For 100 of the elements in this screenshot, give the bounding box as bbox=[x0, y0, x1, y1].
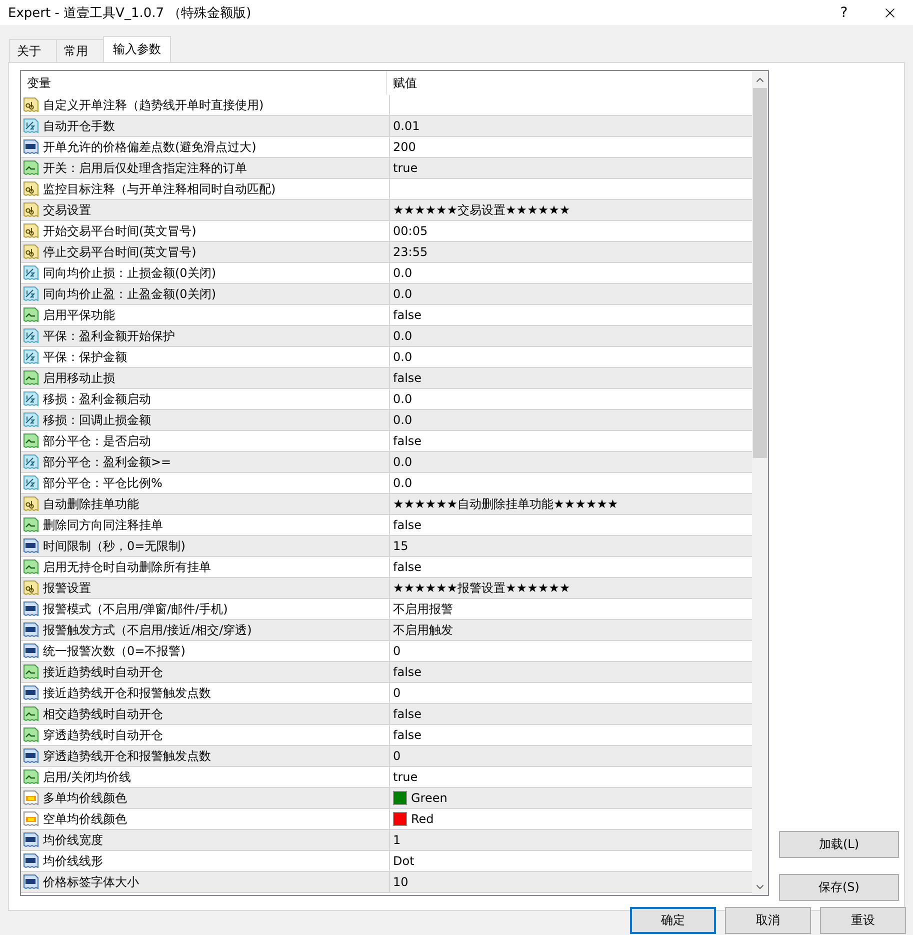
parameter-name: 开单允许的价格偏差点数(避免滑点过大) bbox=[43, 138, 256, 156]
parameter-value: false bbox=[393, 518, 422, 532]
table-row[interactable]: 统一报警次数（0=不报警) 0 bbox=[21, 641, 752, 662]
table-row[interactable]: 相交趋势线时自动开仓 false bbox=[21, 704, 752, 725]
text-type-icon bbox=[23, 223, 39, 239]
table-row[interactable]: 价格标签字体大小 10 bbox=[21, 872, 752, 893]
toggle-type-icon bbox=[23, 664, 39, 680]
table-row[interactable]: 报警设置 ★★★★★★报警设置★★★★★★ bbox=[21, 578, 752, 599]
parameter-name: 部分平仓：是否启动 bbox=[43, 432, 151, 450]
parameter-value: 0.0 bbox=[393, 476, 412, 490]
table-row[interactable]: 启用平保功能 false bbox=[21, 305, 752, 326]
parameter-name: 启用无持仓时自动删除所有挂单 bbox=[43, 558, 211, 576]
table-row[interactable]: 穿透趋势线时自动开仓 false bbox=[21, 725, 752, 746]
table-row[interactable]: 平保：盈利金额开始保护 0.0 bbox=[21, 326, 752, 347]
table-row[interactable]: 开单允许的价格偏差点数(避免滑点过大) 200 bbox=[21, 137, 752, 158]
parameter-value: ★★★★★★报警设置★★★★★★ bbox=[393, 580, 570, 596]
parameter-name: 多单均价线颜色 bbox=[43, 790, 127, 806]
parameter-value: 1 bbox=[393, 833, 401, 847]
toggle-type-icon bbox=[23, 517, 39, 533]
tab[interactable]: 输入参数 bbox=[103, 36, 171, 62]
parameter-value: 0 bbox=[393, 749, 401, 763]
number-type-icon bbox=[23, 643, 39, 659]
side-button[interactable]: 加载(L) bbox=[779, 831, 899, 858]
table-row[interactable]: 停止交易平台时间(英文冒号) 23:55 bbox=[21, 242, 752, 263]
parameter-value: true bbox=[393, 770, 418, 784]
color-type-icon bbox=[23, 811, 39, 827]
toggle-type-icon bbox=[23, 160, 39, 176]
fraction-type-icon bbox=[23, 349, 39, 365]
table-row[interactable]: 开始交易平台时间(英文冒号) 00:05 bbox=[21, 221, 752, 242]
parameter-name: 报警触发方式（不启用/接近/相交/穿透) bbox=[43, 622, 252, 638]
fraction-type-icon bbox=[23, 286, 39, 302]
parameter-value: 10 bbox=[393, 875, 408, 889]
parameter-value: Red bbox=[411, 812, 434, 826]
table-row[interactable]: 空单均价线颜色 Red bbox=[21, 809, 752, 830]
table-row[interactable]: 同向均价止盈：止盈金额(0关闭) 0.0 bbox=[21, 284, 752, 305]
parameter-value: true bbox=[393, 161, 418, 175]
parameter-name: 启用平保功能 bbox=[43, 306, 115, 324]
table-row[interactable]: 报警触发方式（不启用/接近/相交/穿透) 不启用触发 bbox=[21, 620, 752, 641]
table-row[interactable]: 部分平仓：是否启动 false bbox=[21, 431, 752, 452]
scrollbar[interactable] bbox=[752, 71, 768, 895]
table-row[interactable]: 移损：回调止损金额 0.0 bbox=[21, 410, 752, 431]
table-row[interactable]: 平保：保护金额 0.0 bbox=[21, 347, 752, 368]
table-row[interactable]: 启用移动止损 false bbox=[21, 368, 752, 389]
toggle-type-icon bbox=[23, 727, 39, 743]
table-row[interactable]: 监控目标注释（与开单注释相同时自动匹配) bbox=[21, 179, 752, 200]
table-row[interactable]: 开关：启用后仅处理含指定注释的订单 true bbox=[21, 158, 752, 179]
table-row[interactable]: 删除同方向同注释挂单 false bbox=[21, 515, 752, 536]
dialog-button[interactable]: 确定 bbox=[630, 907, 716, 934]
table-row[interactable]: 部分平仓：平仓比例% 0.0 bbox=[21, 473, 752, 494]
side-button[interactable]: 保存(S) bbox=[779, 874, 899, 901]
parameter-name: 穿透趋势线时自动开仓 bbox=[43, 726, 163, 744]
table-row[interactable]: 自定义开单注释（趋势线开单时直接使用) bbox=[21, 95, 752, 116]
table-row[interactable]: 自动开仓手数 0.01 bbox=[21, 116, 752, 137]
parameter-name: 统一报警次数（0=不报警) bbox=[43, 642, 186, 660]
parameter-value: 0.0 bbox=[393, 455, 412, 469]
window-title: Expert - 道壹工具V_1.0.7 （特殊金额版) bbox=[8, 4, 252, 22]
table-row[interactable]: 部分平仓：盈利金额>= 0.0 bbox=[21, 452, 752, 473]
table-row[interactable]: 接近趋势线时自动开仓 false bbox=[21, 662, 752, 683]
parameter-name: 移损：回调止损金额 bbox=[43, 412, 151, 428]
table-row[interactable]: 均价线线形 Dot bbox=[21, 851, 752, 872]
help-button[interactable]: ? bbox=[821, 0, 867, 25]
dialog-button[interactable]: 取消 bbox=[725, 907, 811, 934]
text-type-icon bbox=[23, 202, 39, 218]
parameter-name: 启用/关闭均价线 bbox=[43, 768, 132, 786]
parameter-value: Green bbox=[411, 791, 448, 805]
parameter-name: 时间限制（秒，0=无限制) bbox=[43, 538, 186, 554]
parameter-value: 0 bbox=[393, 686, 401, 700]
parameter-name: 移损：盈利金额启动 bbox=[43, 390, 151, 408]
number-type-icon bbox=[23, 622, 39, 638]
toggle-type-icon bbox=[23, 307, 39, 323]
table-row[interactable]: 启用无持仓时自动删除所有挂单 false bbox=[21, 557, 752, 578]
table-row[interactable]: 均价线宽度 1 bbox=[21, 830, 752, 851]
parameter-name: 监控目标注释（与开单注释相同时自动匹配) bbox=[43, 180, 276, 198]
parameter-value: 0.0 bbox=[393, 392, 412, 406]
toggle-type-icon bbox=[23, 370, 39, 386]
parameter-value: false bbox=[393, 665, 422, 679]
parameter-name: 接近趋势线开仓和报警触发点数 bbox=[43, 684, 211, 702]
parameter-name: 部分平仓：平仓比例% bbox=[43, 474, 162, 492]
table-row[interactable]: 交易设置 ★★★★★★交易设置★★★★★★ bbox=[21, 200, 752, 221]
table-row[interactable]: 移损：盈利金额启动 0.0 bbox=[21, 389, 752, 410]
parameter-value: ★★★★★★交易设置★★★★★★ bbox=[393, 202, 570, 218]
fraction-type-icon bbox=[23, 265, 39, 281]
table-row[interactable]: 多单均价线颜色 Green bbox=[21, 788, 752, 809]
parameter-name: 平保：保护金额 bbox=[43, 348, 127, 366]
table-row[interactable]: 接近趋势线开仓和报警触发点数 0 bbox=[21, 683, 752, 704]
dialog-button[interactable]: 重设 bbox=[820, 907, 906, 934]
number-type-icon bbox=[23, 601, 39, 617]
table-row[interactable]: 时间限制（秒，0=无限制) 15 bbox=[21, 536, 752, 557]
table-row[interactable]: 报警模式（不启用/弹窗/邮件/手机) 不启用报警 bbox=[21, 599, 752, 620]
parameter-value: 0 bbox=[393, 644, 401, 658]
parameter-value: 00:05 bbox=[393, 224, 428, 238]
number-type-icon bbox=[23, 748, 39, 764]
column-header: 赋值 bbox=[392, 74, 418, 92]
tab[interactable]: 关于 bbox=[9, 39, 57, 62]
table-row[interactable]: 同向均价止损：止损金额(0关闭) 0.0 bbox=[21, 263, 752, 284]
table-row[interactable]: 穿透趋势线开仓和报警触发点数 0 bbox=[21, 746, 752, 767]
scroll-thumb[interactable] bbox=[753, 88, 767, 458]
table-row[interactable]: 自动删除挂单功能 ★★★★★★自动删除挂单功能★★★★★★ bbox=[21, 494, 752, 515]
table-row[interactable]: 启用/关闭均价线 true bbox=[21, 767, 752, 788]
parameter-name: 相交趋势线时自动开仓 bbox=[43, 706, 163, 722]
